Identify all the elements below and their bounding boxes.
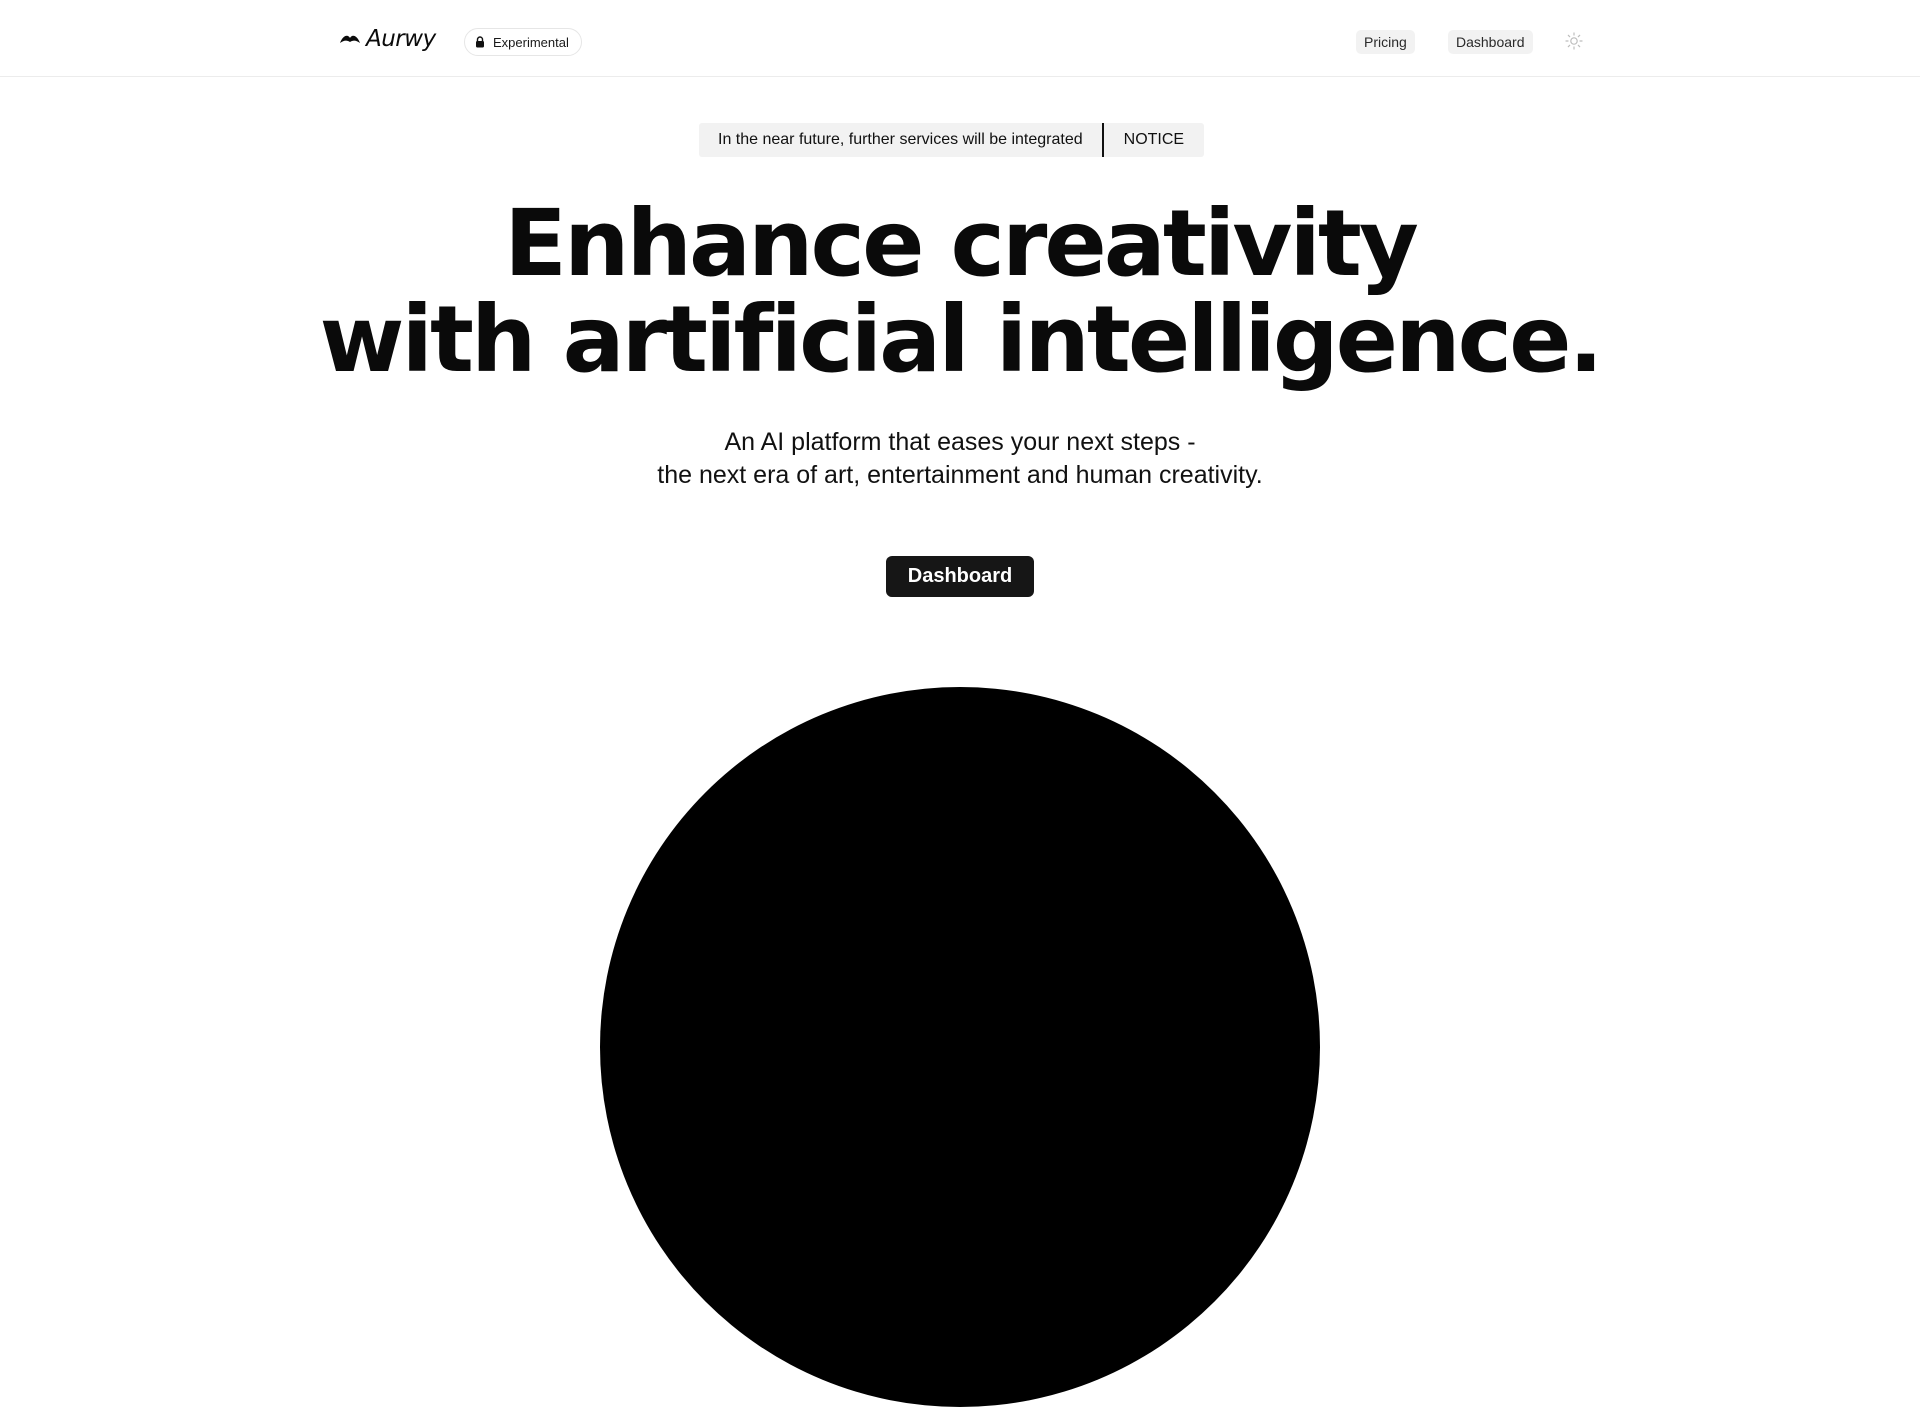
notice-banner[interactable]: In the near future, further services wil… xyxy=(699,123,1205,157)
experimental-badge: Experimental xyxy=(464,28,582,56)
hero-subtitle: An AI platform that eases your next step… xyxy=(0,426,1920,492)
hero-title: Enhance creativity with artificial intel… xyxy=(0,196,1920,388)
dashboard-cta-button[interactable]: Dashboard xyxy=(886,556,1034,597)
nav-pricing-link[interactable]: Pricing xyxy=(1356,30,1415,54)
hero-orb-graphic xyxy=(600,687,1320,1407)
hero-subtitle-line-1: An AI platform that eases your next step… xyxy=(724,428,1196,456)
notice-tag: NOTICE xyxy=(1123,131,1185,148)
lock-icon xyxy=(475,36,485,48)
notice-text: In the near future, further services wil… xyxy=(718,131,1083,148)
theme-toggle-button[interactable] xyxy=(1563,31,1585,55)
sun-icon xyxy=(1565,31,1583,55)
hero-title-line-2: with artificial intelligence. xyxy=(319,286,1604,393)
nav-dashboard-link[interactable]: Dashboard xyxy=(1448,30,1533,54)
brand-name: Aurwy xyxy=(366,26,436,52)
site-header: Aurwy Experimental Pricing Dashboard xyxy=(0,0,1920,77)
brand-logo[interactable]: Aurwy xyxy=(340,28,436,51)
badge-label: Experimental xyxy=(493,34,569,50)
hero-subtitle-line-2: the next era of art, entertainment and h… xyxy=(657,461,1263,489)
hero-title-line-1: Enhance creativity xyxy=(504,190,1419,297)
brand-mark-icon xyxy=(340,34,360,45)
